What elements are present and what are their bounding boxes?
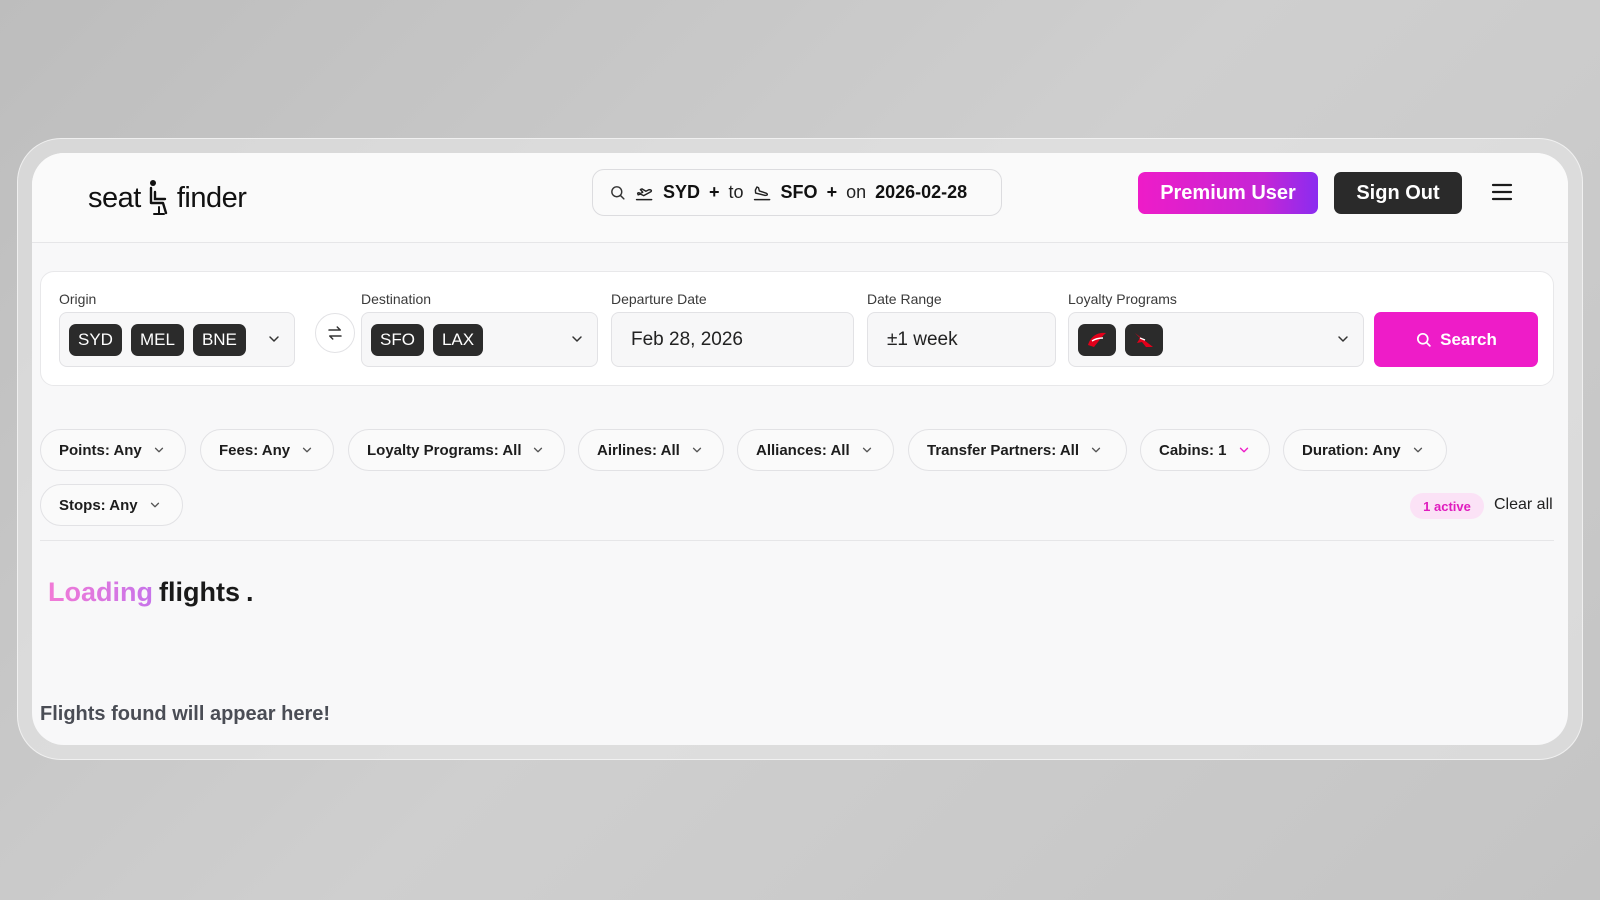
empty-results-message: Flights found will appear here! (40, 703, 331, 725)
summary-destination: SFO (780, 182, 818, 202)
search-button-label: Search (1440, 329, 1497, 349)
filter-stops[interactable]: Stops: Any (40, 484, 183, 526)
logo-text-seat: seat (88, 181, 141, 214)
loading-rest: flights (158, 577, 240, 607)
origin-label: Origin (59, 291, 97, 307)
search-icon (1417, 332, 1431, 347)
seat-icon (147, 179, 173, 217)
origin-select[interactable]: SYD MEL BNE (59, 312, 295, 367)
date-range-value: ±1 week (887, 328, 958, 350)
departure-date-input[interactable]: Feb 28, 2026 (611, 312, 854, 367)
loading-word: Loading (48, 577, 153, 607)
filter-label: Loyalty Programs: All (367, 441, 522, 459)
summary-plus: + (826, 182, 838, 202)
virgin-australia-logo[interactable] (1078, 323, 1116, 356)
search-summary-pill[interactable]: SYD + to SFO + on 2026-02-28 (592, 169, 1002, 216)
filter-label: Transfer Partners: All (927, 441, 1079, 459)
logo-text-finder: finder (176, 181, 247, 214)
loyalty-programs-select[interactable] (1068, 312, 1364, 367)
filter-label: Fees: Any (219, 441, 291, 459)
summary-on: on (846, 182, 867, 202)
filter-loyalty-programs[interactable]: Loyalty Programs: All (348, 429, 565, 471)
loading-message: Loading flights . (48, 577, 254, 608)
sign-out-button[interactable]: Sign Out (1334, 172, 1462, 214)
filter-points[interactable]: Points: Any (40, 429, 186, 471)
filter-cabins[interactable]: Cabins: 1 (1140, 429, 1270, 471)
chevron-down-icon (302, 447, 312, 453)
top-bar: seat finder SYD + to SFO + on 2026-02-28 (32, 153, 1568, 243)
summary-to: to (728, 182, 744, 202)
chevron-down-icon (1338, 336, 1348, 342)
filter-label: Duration: Any (1302, 441, 1401, 459)
chevron-down-icon (154, 447, 163, 453)
chevron-down-icon (1413, 447, 1422, 453)
filter-alliances[interactable]: Alliances: All (737, 429, 894, 471)
hamburger-menu-icon[interactable] (1490, 180, 1514, 204)
filter-label: Stops: Any (59, 496, 138, 514)
swap-arrows-icon (328, 326, 342, 340)
date-range-label: Date Range (867, 291, 942, 307)
destination-chip[interactable]: SFO (371, 323, 424, 356)
divider (40, 540, 1554, 541)
chevron-down-icon (692, 447, 701, 453)
chevron-down-icon (862, 447, 871, 453)
filter-transfer-partners[interactable]: Transfer Partners: All (908, 429, 1127, 471)
summary-plus: + (709, 182, 720, 202)
chevron-down-icon (534, 447, 543, 453)
destination-select[interactable]: SFO LAX (361, 312, 598, 367)
origin-chip[interactable]: BNE (192, 323, 246, 356)
plane-landing-icon (753, 186, 770, 201)
departure-date-label: Departure Date (611, 291, 707, 307)
chevron-down-icon (1091, 447, 1101, 453)
clear-all-link[interactable]: Clear all (1494, 496, 1553, 514)
departure-date-value: Feb 28, 2026 (631, 328, 743, 350)
seatfinder-logo[interactable]: seat finder (88, 173, 247, 223)
summary-date: 2026-02-28 (875, 182, 968, 202)
summary-origin: SYD (663, 182, 701, 202)
search-icon (611, 186, 625, 200)
chevron-down-icon (572, 336, 582, 342)
filter-duration[interactable]: Duration: Any (1283, 429, 1447, 471)
filter-label: Points: Any (59, 441, 142, 459)
filter-fees[interactable]: Fees: Any (200, 429, 334, 471)
origin-chip[interactable]: MEL (130, 323, 184, 356)
loading-dot: . (245, 577, 254, 607)
filter-label: Airlines: All (597, 441, 680, 459)
filter-label: Cabins: 1 (1159, 441, 1227, 459)
premium-user-button[interactable]: Premium User (1138, 172, 1318, 214)
swap-airports-button[interactable] (315, 313, 355, 353)
filter-label: Alliances: All (756, 441, 850, 459)
search-form-card: Origin SYD MEL BNE Destination SFO LAX D… (40, 271, 1554, 386)
filter-airlines[interactable]: Airlines: All (578, 429, 724, 471)
chevron-down-icon (150, 502, 159, 508)
active-filters-badge: 1 active (1410, 493, 1484, 519)
chevron-down-icon (1239, 447, 1248, 453)
date-range-select[interactable]: ±1 week (867, 312, 1056, 367)
origin-chip[interactable]: SYD (69, 323, 122, 356)
plane-takeoff-icon (635, 188, 653, 201)
chevron-down-icon (269, 336, 279, 342)
search-button[interactable]: Search (1374, 312, 1538, 367)
loyalty-programs-label: Loyalty Programs (1068, 291, 1177, 307)
qantas-logo[interactable] (1125, 323, 1163, 356)
destination-label: Destination (361, 291, 432, 307)
destination-chip[interactable]: LAX (432, 323, 484, 356)
app-window: seat finder SYD + to SFO + on 2026-02-28 (32, 153, 1568, 745)
